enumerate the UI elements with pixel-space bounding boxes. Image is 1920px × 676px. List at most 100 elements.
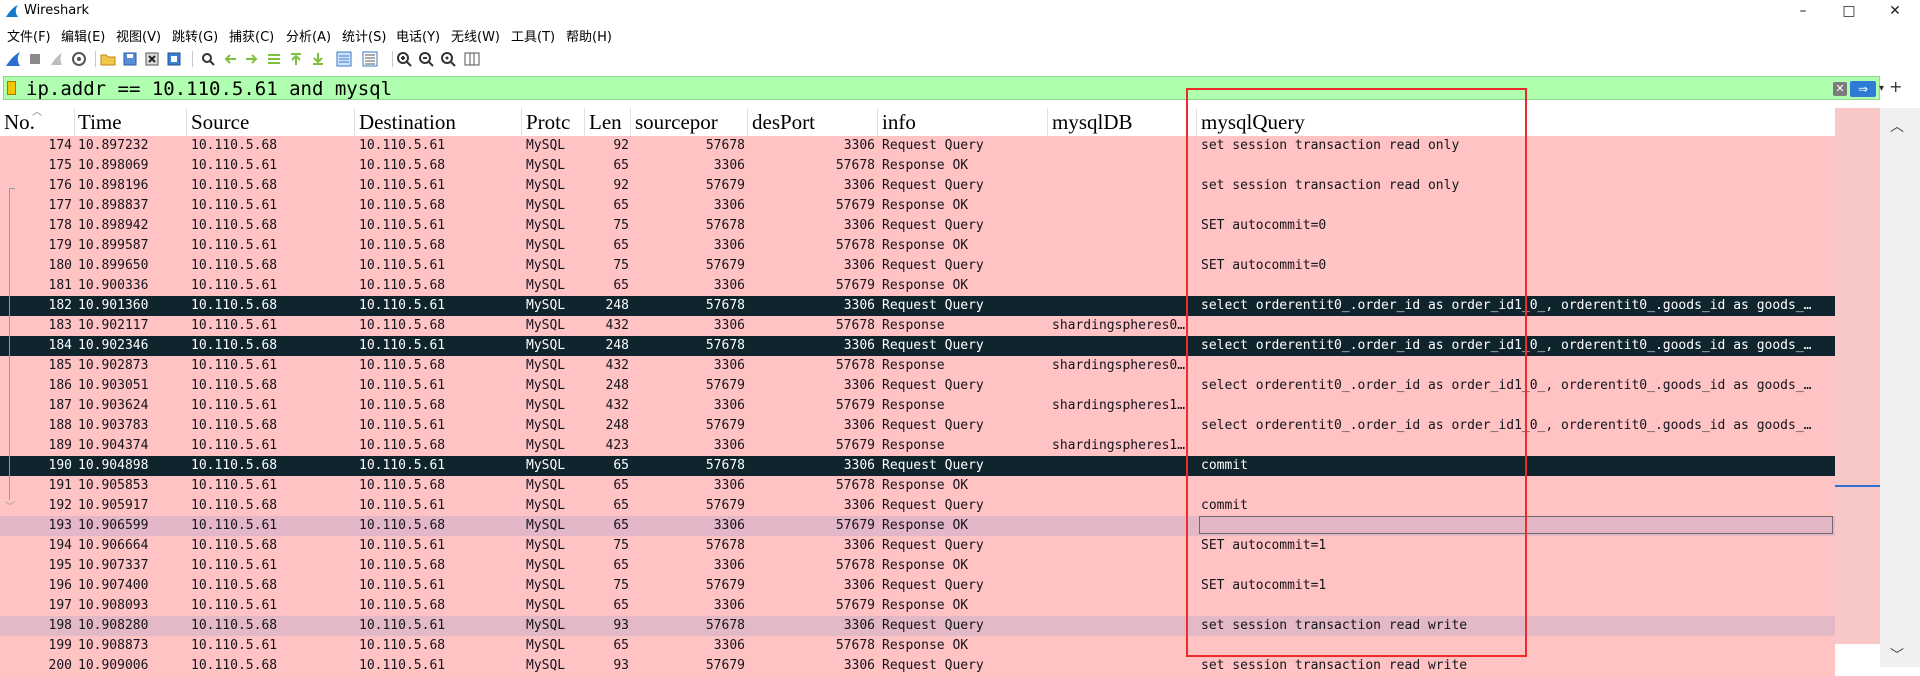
go-forward-icon[interactable] (244, 51, 260, 67)
filter-bookmark-icon[interactable] (7, 81, 16, 95)
packet-row[interactable]: 197 10.908093 10.110.5.61 10.110.5.68 MySQL 6… (0, 596, 1835, 616)
packet-row[interactable]: 194 10.906664 10.110.5.68 10.110.5.61 MySQL 7… (0, 536, 1835, 556)
packet-minimap[interactable] (1835, 108, 1880, 644)
column-header-mysqlquery[interactable]: mysqlQuery (1201, 110, 1381, 134)
packet-row[interactable]: 174 10.897232 10.110.5.68 10.110.5.61 MySQL 9… (0, 136, 1835, 156)
packet-row[interactable]: 195 10.907337 10.110.5.61 10.110.5.68 MySQL 6… (0, 556, 1835, 576)
display-filter-input[interactable]: ip.addr == 10.110.5.61 and mysql ✕ ⇒ ▾ (3, 76, 1884, 100)
packet-row[interactable]: 191 10.905853 10.110.5.61 10.110.5.68 MySQL 6… (0, 476, 1835, 496)
stop-capture-icon[interactable] (27, 51, 43, 67)
close-button[interactable]: ✕ (1872, 0, 1918, 22)
cell-destination: 10.110.5.68 (359, 438, 446, 453)
apply-filter-button[interactable]: ⇒ (1850, 81, 1876, 97)
zoom-in-icon[interactable] (396, 51, 412, 67)
column-header-source[interactable]: Source (191, 110, 351, 134)
cell-source: 10.110.5.61 (191, 278, 278, 293)
menu-telephony[interactable]: 电话(Y) (396, 26, 440, 45)
column-divider[interactable] (186, 108, 187, 136)
packet-row[interactable]: 178 10.898942 10.110.5.68 10.110.5.61 MySQL 7… (0, 216, 1835, 236)
column-header-length[interactable]: Len (589, 110, 629, 134)
column-divider[interactable] (877, 108, 878, 136)
column-divider[interactable] (584, 108, 585, 136)
packet-row[interactable]: 192 10.905917 10.110.5.68 10.110.5.61 MySQL 6… (0, 496, 1835, 516)
zoom-normal-icon[interactable] (440, 51, 456, 67)
menu-view[interactable]: 视图(V) (116, 26, 161, 45)
column-divider[interactable] (747, 108, 748, 136)
column-divider[interactable] (74, 108, 75, 136)
shark-fin-start-icon[interactable] (5, 51, 21, 67)
vertical-scrollbar[interactable] (1880, 108, 1920, 667)
packet-row[interactable]: 179 10.899587 10.110.5.61 10.110.5.68 MySQL 6… (0, 236, 1835, 256)
menu-help[interactable]: 帮助(H) (566, 26, 612, 45)
menu-go[interactable]: 跳转(G) (172, 26, 218, 45)
go-back-icon[interactable] (222, 51, 238, 67)
packet-row[interactable]: 199 10.908873 10.110.5.61 10.110.5.68 MySQL 6… (0, 636, 1835, 656)
column-header-protocol[interactable]: Protc (526, 110, 580, 134)
packet-row[interactable]: 187 10.903624 10.110.5.61 10.110.5.68 MySQL 4… (0, 396, 1835, 416)
reload-file-icon[interactable] (166, 51, 182, 67)
menu-edit[interactable]: 编辑(E) (61, 26, 105, 45)
packet-row[interactable]: 175 10.898069 10.110.5.61 10.110.5.68 MySQL 6… (0, 156, 1835, 176)
column-header-info[interactable]: info (882, 110, 1042, 134)
menu-statistics[interactable]: 统计(S) (342, 26, 386, 45)
display-filter-text[interactable]: ip.addr == 10.110.5.61 and mysql (26, 78, 392, 100)
save-file-icon[interactable] (122, 51, 138, 67)
scroll-up-icon[interactable]: ︿ (1890, 116, 1904, 136)
packet-row[interactable]: 189 10.904374 10.110.5.61 10.110.5.68 MySQL 4… (0, 436, 1835, 456)
cell-no: 199 (48, 638, 72, 653)
cell-mysqldb (1052, 638, 1192, 655)
go-first-icon[interactable] (288, 51, 304, 67)
column-divider[interactable] (1196, 108, 1197, 136)
scroll-down-icon[interactable]: ﹀ (1890, 645, 1904, 665)
cell-length: 65 (613, 158, 629, 173)
packet-row[interactable]: 198 10.908280 10.110.5.68 10.110.5.61 MySQL 9… (0, 616, 1835, 636)
column-divider[interactable] (630, 108, 631, 136)
packet-row[interactable]: 193 10.906599 10.110.5.61 10.110.5.68 MySQL 6… (0, 516, 1835, 536)
menu-tools[interactable]: 工具(T) (511, 26, 555, 45)
auto-scroll-icon[interactable] (336, 51, 352, 67)
resize-columns-icon[interactable] (464, 51, 480, 67)
packet-row[interactable]: 182 10.901360 10.110.5.68 10.110.5.61 MySQL 2… (0, 296, 1835, 316)
packet-row[interactable]: 180 10.899650 10.110.5.68 10.110.5.61 MySQL 7… (0, 256, 1835, 276)
column-divider[interactable] (521, 108, 522, 136)
packet-row[interactable]: 190 10.904898 10.110.5.68 10.110.5.61 MySQL 6… (0, 456, 1835, 476)
go-last-icon[interactable] (310, 51, 326, 67)
cell-info: Request Query (882, 418, 984, 433)
packet-row[interactable]: 196 10.907400 10.110.5.68 10.110.5.61 MySQL 7… (0, 576, 1835, 596)
close-file-icon[interactable] (144, 51, 160, 67)
packet-row[interactable]: 188 10.903783 10.110.5.68 10.110.5.61 MySQL 2… (0, 416, 1835, 436)
packet-row[interactable]: 181 10.900336 10.110.5.61 10.110.5.68 MySQL 6… (0, 276, 1835, 296)
capture-options-icon[interactable] (71, 51, 87, 67)
menu-analyze[interactable]: 分析(A) (286, 26, 331, 45)
column-header-mysqldb[interactable]: mysqlDB (1052, 110, 1182, 134)
column-header-destination[interactable]: Destination (359, 110, 519, 134)
column-divider[interactable] (354, 108, 355, 136)
colorize-icon[interactable] (362, 51, 378, 67)
minimize-button[interactable]: – (1780, 0, 1826, 22)
packet-row[interactable]: 177 10.898837 10.110.5.61 10.110.5.68 MySQL 6… (0, 196, 1835, 216)
go-to-packet-icon[interactable] (266, 51, 282, 67)
find-packet-icon[interactable] (200, 51, 216, 67)
packet-row[interactable]: 184 10.902346 10.110.5.68 10.110.5.61 MySQL 2… (0, 336, 1835, 356)
zoom-out-icon[interactable] (418, 51, 434, 67)
packet-row[interactable]: 185 10.902873 10.110.5.61 10.110.5.68 MySQL 4… (0, 356, 1835, 376)
packet-row[interactable]: 186 10.903051 10.110.5.68 10.110.5.61 MySQL 2… (0, 376, 1835, 396)
menu-wireless[interactable]: 无线(W) (451, 26, 500, 45)
packet-row[interactable]: 200 10.909006 10.110.5.68 10.110.5.61 MySQL 9… (0, 656, 1835, 676)
filter-history-dropdown-icon[interactable]: ▾ (1879, 83, 1884, 94)
column-divider[interactable] (1047, 108, 1048, 136)
add-filter-button[interactable]: + (1889, 77, 1902, 96)
column-header-time[interactable]: Time (78, 110, 182, 134)
minimap-position-marker (1835, 485, 1880, 487)
cell-protocol: MySQL (526, 158, 566, 173)
menu-capture[interactable]: 捕获(C) (229, 26, 274, 45)
maximize-button[interactable]: □ (1826, 0, 1872, 22)
packet-row[interactable]: 176 10.898196 10.110.5.68 10.110.5.61 MySQL 9… (0, 176, 1835, 196)
clear-filter-icon[interactable]: ✕ (1833, 82, 1847, 96)
menu-file[interactable]: 文件(F) (7, 26, 51, 45)
column-header-desport[interactable]: desPort (752, 110, 872, 134)
column-header-sourceport[interactable]: sourcepor (635, 110, 745, 134)
restart-capture-icon[interactable] (49, 51, 65, 67)
packet-row[interactable]: 183 10.902117 10.110.5.61 10.110.5.68 MySQL 4… (0, 316, 1835, 336)
open-file-icon[interactable] (100, 51, 116, 67)
